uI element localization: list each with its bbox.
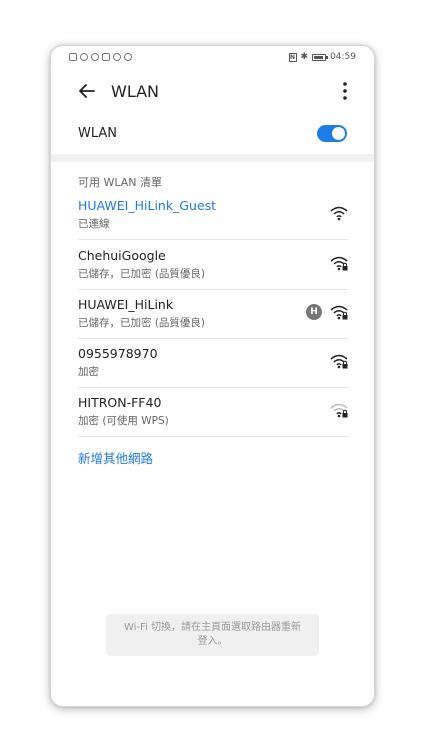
wifi-weak-locked-icon [330,403,348,418]
add-other-network-link[interactable]: 新增其他網路 [78,448,153,467]
wlan-toggle-row[interactable]: WLAN [51,118,374,152]
facebook-icon [113,53,121,61]
phone-screen: N ✱ 04:59 WLAN WLAN 可用 WLAN 清單 HUAWEI_Hi… [51,46,374,706]
wifi-locked-icon [330,305,348,320]
network-item-chehuigoogle[interactable]: ChehuiGoogle 已儲存，已加密 (品質優良) [78,242,348,290]
wlan-toggle-label: WLAN [78,126,118,141]
network-status: 加密 (可使用 WPS) [78,415,169,427]
status-time: 04:59 [330,52,356,62]
system-icons: N ✱ 04:59 [288,52,356,62]
huawei-icon [102,53,110,61]
wifi-signal-full-icon [330,206,348,221]
wifi-locked-icon [330,256,348,271]
network-name: HUAWEI_HiLink_Guest [78,198,217,213]
bluetooth-icon: ✱ [300,52,309,62]
toast-message: Wi-Fi 切換，請在主頁面選取路由器重新 登入。 [106,614,319,656]
toast-line-1: Wi-Fi 切換，請在主頁面選取路由器重新 [123,622,302,633]
network-status: 已儲存，已加密 (品質優良) [78,268,206,280]
wifi-locked-icon [330,354,348,369]
toast-line-2: 登入。 [197,636,228,647]
network-status: 加密 [78,366,99,378]
network-name: 0955978970 [78,346,158,361]
phone-icon [91,53,99,61]
back-arrow-icon[interactable] [77,81,97,101]
network-item-0955978970[interactable]: 0955978970 加密 [78,340,348,388]
network-item-hitron-ff40[interactable]: HITRON-FF40 加密 (可使用 WPS) [78,389,348,437]
row-divider [78,338,348,339]
network-status: 已連線 [78,218,110,230]
network-status: 已儲存，已加密 (品質優良) [78,317,206,329]
network-name: ChehuiGoogle [78,248,166,263]
network-name: HITRON-FF40 [78,395,162,410]
row-divider [78,436,348,437]
row-divider [78,289,348,290]
notification-icons [69,53,132,61]
more-options-icon[interactable] [342,81,348,101]
row-divider [78,239,348,240]
section-divider [51,154,374,162]
location-icon [124,53,132,61]
hilink-icon: H [306,304,322,320]
status-bar: N ✱ 04:59 [51,46,374,70]
network-item-huawei-hilink[interactable]: HUAWEI_HiLink 已儲存，已加密 (品質優良) H [78,291,348,339]
sim-icon [69,53,77,61]
nfc-icon: N [288,52,297,62]
network-item-huawei-hilink-guest[interactable]: HUAWEI_HiLink_Guest 已連線 [78,192,348,240]
wifi-status-icon [80,53,88,61]
page-title: WLAN [111,82,160,101]
network-name: HUAWEI_HiLink [78,297,174,312]
row-divider [78,387,348,388]
app-bar: WLAN [51,72,374,112]
wlan-toggle-switch[interactable] [317,125,347,142]
available-networks-header: 可用 WLAN 清單 [78,176,163,189]
battery-icon [312,53,329,61]
